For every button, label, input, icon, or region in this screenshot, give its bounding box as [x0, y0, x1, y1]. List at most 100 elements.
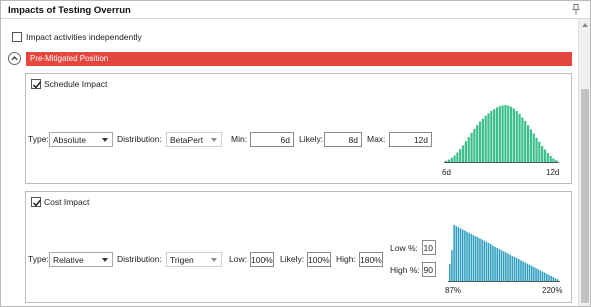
schedule-histogram-bar [532, 133, 535, 162]
cost-distribution-select[interactable]: Trigen [166, 252, 222, 267]
cost-histogram-bar [492, 245, 494, 281]
collapse-section-button[interactable] [8, 52, 21, 65]
cost-high-field[interactable]: 180% [359, 252, 383, 267]
cost-low-pct-field[interactable]: 10 [422, 240, 436, 255]
cost-histogram-bar [552, 277, 555, 281]
schedule-histogram-bar [487, 113, 490, 162]
cost-histogram-bar [457, 227, 460, 281]
schedule-histogram-bar [555, 160, 558, 162]
schedule-type-label: Type: [28, 134, 49, 144]
dropdown-arrow-icon [102, 258, 108, 262]
schedule-histogram-bar [526, 125, 530, 162]
cost-histogram-bar [466, 231, 468, 281]
cost-histogram-bar [513, 256, 516, 281]
cost-histogram-bar [526, 263, 529, 281]
schedule-histogram-bar [453, 155, 456, 162]
cost-type-select[interactable]: Relative [49, 252, 113, 267]
schedule-likely-field[interactable]: 8d [324, 132, 362, 147]
schedule-histogram-bar [509, 106, 513, 162]
cost-impact-checkbox[interactable] [31, 197, 42, 207]
cost-histogram-bar [524, 262, 527, 281]
cost-histogram-bar [505, 252, 507, 281]
schedule-min-label: Min: [231, 134, 248, 144]
cost-histogram-bar [459, 228, 462, 281]
cost-histogram-bar [500, 250, 503, 281]
cost-histogram-bar [470, 233, 473, 281]
scrollbar-thumb[interactable] [581, 89, 589, 303]
cost-histogram-bar [520, 260, 522, 281]
schedule-histogram-bar [498, 106, 501, 162]
schedule-histogram-bar [473, 128, 476, 162]
cost-histogram-bar [554, 278, 557, 281]
schedule-histogram-bar [521, 117, 524, 162]
schedule-histogram-bar [507, 105, 510, 162]
cost-histogram-bar [522, 261, 524, 281]
schedule-histogram-bar [478, 121, 482, 163]
window-title: Impacts of Testing Overrun [8, 5, 131, 16]
schedule-histogram-bar [461, 145, 465, 163]
cost-likely-field[interactable]: 100% [307, 252, 331, 267]
schedule-distribution-select[interactable]: BetaPert [166, 132, 222, 147]
cost-histogram-bar [479, 238, 481, 281]
cost-histogram-bar [485, 241, 488, 281]
schedule-max-field[interactable]: 12d [389, 132, 432, 147]
cost-histogram-bar [539, 270, 542, 281]
cost-histogram-bar [548, 274, 550, 281]
schedule-histogram-bar [459, 148, 462, 162]
cost-histogram-bar [481, 239, 483, 281]
cost-histogram [448, 225, 560, 282]
vertical-scrollbar[interactable] [578, 19, 590, 306]
scroll-up-arrow-icon[interactable] [579, 20, 591, 30]
cost-histogram-bar [453, 225, 455, 281]
schedule-min-field[interactable]: 6d [250, 132, 294, 147]
cost-low-pct-label: Low %: [390, 243, 418, 253]
cost-histogram-bar [494, 246, 496, 281]
schedule-impact-title: Schedule Impact [44, 79, 108, 89]
schedule-type-select[interactable]: Absolute [49, 132, 113, 147]
cost-histogram-bar [556, 279, 559, 281]
checkmark-icon [32, 199, 42, 207]
cost-histogram-bar [509, 254, 511, 281]
cost-histogram-bar [518, 259, 520, 281]
cost-histogram-bar [483, 240, 486, 281]
schedule-histogram-bar [504, 105, 507, 162]
impact-independently-checkbox[interactable] [12, 32, 22, 42]
schedule-impact-checkbox[interactable] [31, 79, 42, 89]
cost-type-label: Type: [28, 254, 49, 264]
cost-histogram-bar [474, 236, 477, 281]
schedule-histogram-bar [450, 157, 453, 162]
impact-independently-label: Impact activities independently [26, 32, 142, 42]
cost-histogram-bar [530, 265, 533, 281]
schedule-x-min-label: 6d [442, 168, 451, 177]
cost-histogram-bar [451, 250, 453, 281]
schedule-histogram-bar [490, 110, 493, 162]
cost-histogram-bar [455, 226, 458, 281]
schedule-histogram-bar [445, 160, 448, 162]
schedule-histogram-bar [524, 121, 527, 162]
cost-type-value: Relative [53, 255, 84, 265]
cost-histogram-bar [528, 264, 531, 281]
cost-histogram-bar [515, 258, 518, 281]
window-titlebar: Impacts of Testing Overrun [1, 1, 590, 19]
cost-high-pct-field[interactable]: 90 [422, 262, 436, 277]
schedule-histogram-bar [529, 129, 532, 162]
dropdown-arrow-icon [211, 138, 217, 142]
cost-high-pct-label: High %: [390, 265, 420, 275]
schedule-impact-panel: Schedule Impact Type: Absolute Distribut… [25, 73, 572, 184]
cost-low-label: Low: [229, 254, 247, 264]
checkmark-icon [32, 81, 42, 89]
schedule-histogram-bar [447, 159, 451, 163]
cost-histogram-bar [541, 271, 544, 281]
pin-icon[interactable] [571, 4, 581, 15]
cost-impact-panel: Cost Impact Type: Relative Distribution:… [25, 191, 572, 303]
schedule-histogram-bar [518, 113, 521, 162]
cost-histogram-bar [487, 242, 490, 281]
cost-low-field[interactable]: 100% [250, 252, 274, 267]
cost-histogram-bar [533, 267, 535, 281]
cost-histogram-bar [477, 237, 479, 281]
cost-x-min-label: 87% [445, 286, 462, 295]
schedule-histogram-bar [501, 105, 504, 162]
schedule-distribution-value: BetaPert [170, 135, 204, 145]
schedule-distribution-label: Distribution: [117, 134, 162, 144]
schedule-histogram-bar [464, 141, 468, 162]
